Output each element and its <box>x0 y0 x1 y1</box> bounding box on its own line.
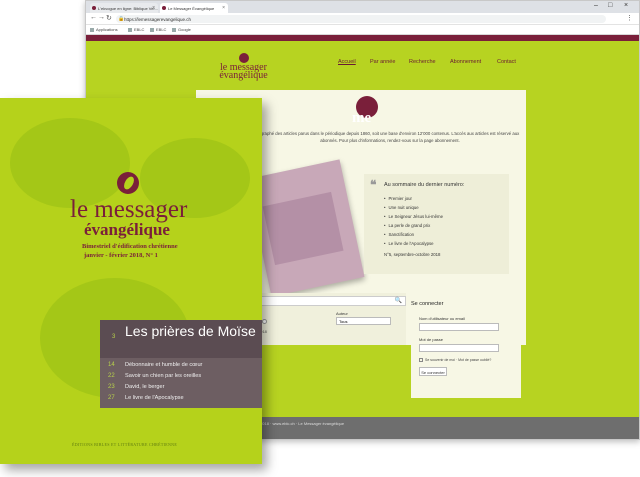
reload-icon[interactable]: ↻ <box>106 14 112 22</box>
url-field[interactable]: 🔒 https://lemessagerevangelique.ch <box>116 15 606 23</box>
remember-me[interactable]: Se souvenir de moi · Mot de passe oublié… <box>419 358 513 363</box>
toc-item-number: 14 <box>108 362 115 368</box>
table-of-contents: 3 Les prières de Moïse 14 Débonnaire et … <box>100 320 262 408</box>
forward-icon[interactable]: → <box>98 14 105 21</box>
summary-item[interactable]: Une nuit unique <box>384 203 501 212</box>
tab-label: L'ekvogue en ligne: Biblique Ver... <box>98 6 158 11</box>
back-icon[interactable]: ← <box>90 14 97 21</box>
toc-item: Le livre de l'Apocalypse <box>125 395 184 401</box>
toc-item: Savoir un chien par les oreilles <box>125 373 202 379</box>
close-icon[interactable]: × <box>222 5 225 11</box>
cover-subtitle: Bimestriel d'édification chrétienne <box>82 243 178 250</box>
bookmark-icon <box>128 27 132 32</box>
browser-tab-1[interactable]: L'ekvogue en ligne: Biblique Ver... × <box>90 3 158 13</box>
close-icon[interactable]: × <box>152 5 155 11</box>
toc-main-number: 3 <box>112 334 116 340</box>
tab-label: Le Messager Évangélique <box>168 6 215 11</box>
password-input[interactable] <box>419 344 499 352</box>
author-select[interactable]: Tous <box>336 317 391 325</box>
url-text: https://lemessagerevangelique.ch <box>124 17 192 22</box>
footer-text: © 2018 · www.eblc.ch · Le Messager évang… <box>256 421 345 426</box>
cover-logo-icon <box>117 172 139 194</box>
intro-text: graphé des articles parus dans le périod… <box>260 131 520 143</box>
summary-list: Premier jour Une nuit unique Le Seigneur… <box>372 194 501 248</box>
bookmark-google[interactable]: Google <box>172 27 191 32</box>
slider-handle-max[interactable] <box>262 319 267 324</box>
apps-icon <box>90 27 94 32</box>
close-window-icon[interactable]: × <box>624 2 628 9</box>
login-button[interactable]: Se connecter <box>419 367 447 377</box>
quote-icon: ❝ <box>370 178 377 192</box>
toc-main-article: 3 Les prières de Moïse <box>100 320 262 358</box>
summary-item[interactable]: La perle de grand prix <box>384 221 501 230</box>
toc-item-number: 22 <box>108 373 115 379</box>
summary-box: ❝ Au sommaire du dernier numéro: Premier… <box>364 174 509 274</box>
magazine-thumbnail <box>246 159 365 297</box>
me-logo-text: me <box>352 110 372 126</box>
favicon-icon <box>162 6 166 10</box>
bookmark-icon <box>150 27 154 32</box>
publisher-name: ÉDITIONS BIBLES ET LITTÉRATURE CHRÉTIENN… <box>72 442 178 447</box>
summary-item[interactable]: Premier jour <box>384 194 501 203</box>
browser-tab-2[interactable]: Le Messager Évangélique × <box>160 3 228 13</box>
toc-item-number: 27 <box>108 395 115 401</box>
favicon-icon <box>92 6 96 10</box>
summary-item[interactable]: Le Seigneur Jésus lui-même <box>384 212 501 221</box>
nav-recherche[interactable]: Recherche <box>409 59 436 65</box>
cover-title-line2: évangélique <box>84 220 170 239</box>
magazine-cover: le messager évangélique Bimestriel d'édi… <box>0 98 262 464</box>
toc-item: David, le berger <box>125 384 165 390</box>
address-bar: ← → ↻ 🔒 https://lemessagerevangelique.ch… <box>86 13 639 25</box>
site-logo[interactable]: le messager évangélique <box>206 53 281 81</box>
nav-par-annee[interactable]: Par année <box>370 59 395 65</box>
bookmark-eblc-1[interactable]: EBLC <box>128 27 144 32</box>
username-input[interactable] <box>419 323 499 331</box>
nav-contact[interactable]: Contact <box>497 59 516 65</box>
checkbox-icon[interactable] <box>419 358 423 363</box>
username-label: Nom d'utilisateur ou email <box>419 316 465 321</box>
nav-abonnement[interactable]: Abonnement <box>450 59 481 65</box>
google-icon <box>172 27 176 32</box>
summary-item[interactable]: Le livre de l'Apocalypse <box>384 239 501 248</box>
minimize-icon[interactable]: – <box>594 2 598 9</box>
login-title: Se connecter <box>411 301 444 307</box>
toc-item: Débonnaire et humble de cœur <box>125 362 203 368</box>
issue-label: N°5, septembre-octobre 2018 <box>384 252 441 257</box>
lock-icon: 🔒 <box>118 16 125 22</box>
top-strip <box>86 35 639 41</box>
password-label: Mot de passe <box>419 337 444 342</box>
login-panel: Se connecter Nom d'utilisateur ou email … <box>411 301 521 421</box>
search-icon[interactable]: 🔍 <box>395 297 402 304</box>
summary-item[interactable]: Sanctification <box>384 230 501 239</box>
bookmark-apps[interactable]: Applications <box>90 27 118 32</box>
menu-icon[interactable]: ⋮ <box>626 14 633 22</box>
toc-item-number: 23 <box>108 384 115 390</box>
author-label: Auteur <box>336 311 348 316</box>
maximize-icon[interactable]: □ <box>608 2 612 9</box>
login-form: Nom d'utilisateur ou email Mot de passe … <box>411 310 521 398</box>
toc-main-title: Les prières de Moïse <box>125 323 256 339</box>
summary-title: Au sommaire du dernier numéro: <box>384 182 465 188</box>
bookmarks-bar: Applications EBLC EBLC Google <box>86 25 639 35</box>
nav-accueil[interactable]: Accueil <box>338 59 356 65</box>
tab-bar: L'ekvogue en ligne: Biblique Ver... × Le… <box>86 1 639 13</box>
bookmark-eblc-2[interactable]: EBLC <box>150 27 166 32</box>
cover-issue-date: janvier - février 2018, N° 1 <box>84 252 158 259</box>
